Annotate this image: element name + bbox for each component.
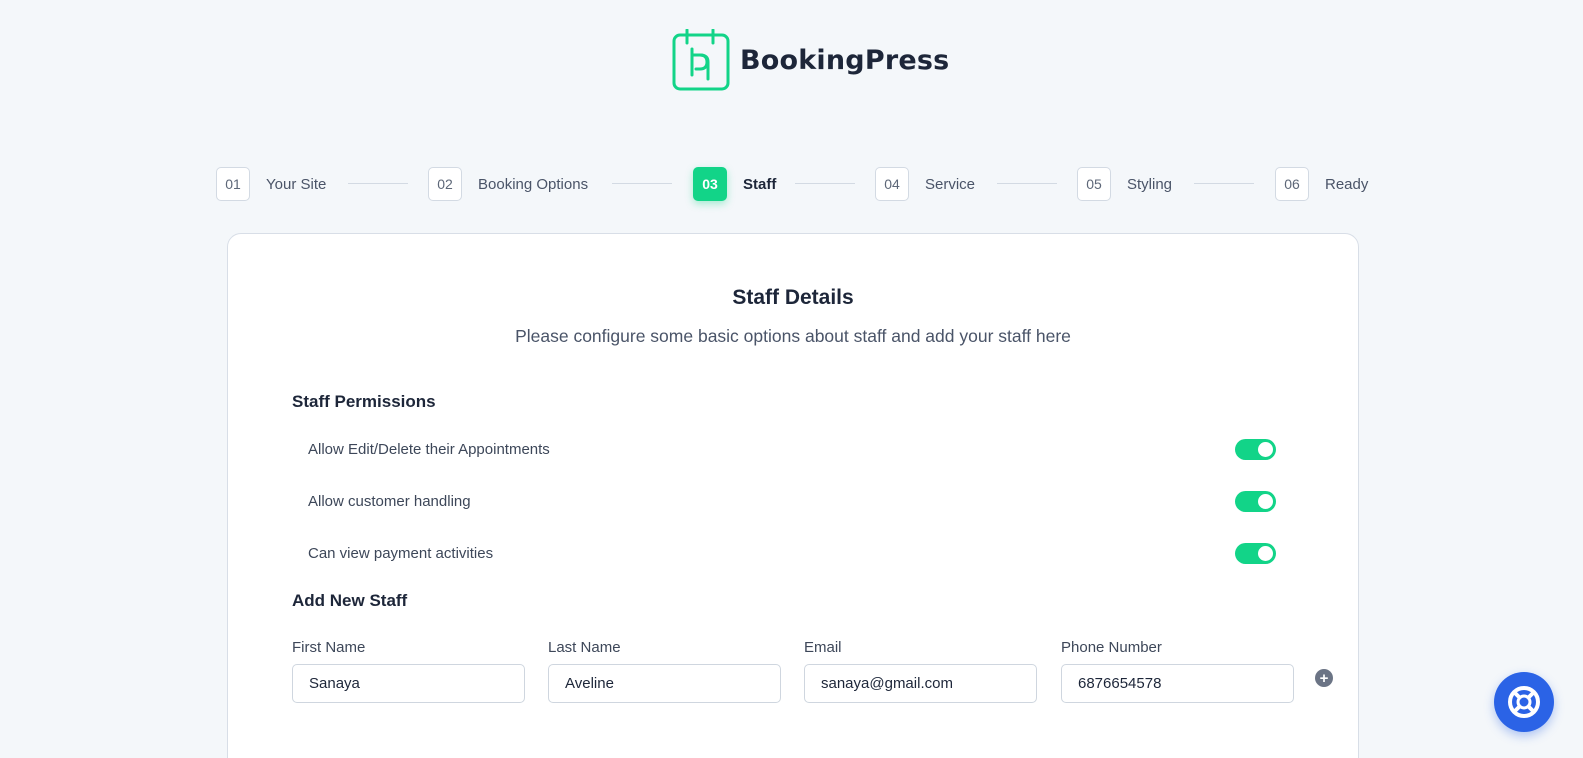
brand-logo: BookingPress [672,29,949,91]
phone-number-group: Phone Number [1061,639,1294,703]
page-subtitle: Please configure some basic options abou… [515,326,1071,346]
step-number: 03 [693,167,727,201]
step-number: 01 [216,167,250,201]
step-connector [612,183,672,184]
step-staff[interactable]: 03 Staff [693,167,776,201]
email-group: Email [804,639,1037,703]
plus-circle-icon[interactable]: + [1315,669,1333,687]
staff-details-card: Staff Details Please configure some basi… [227,233,1359,758]
permission-row-customer-handling: Allow customer handling [308,490,1276,512]
step-label: Service [925,175,976,193]
step-connector [997,183,1057,184]
first-name-input[interactable] [292,664,525,703]
page-title: Staff Details [732,286,854,309]
help-button[interactable] [1494,672,1554,732]
permission-row-payment-activities: Can view payment activities [308,542,1276,564]
permission-row-edit-delete: Allow Edit/Delete their Appointments [308,438,1276,460]
staff-permissions-heading: Staff Permissions [292,392,436,411]
permission-label: Allow Edit/Delete their Appointments [308,440,550,458]
email-input[interactable] [804,664,1037,703]
step-booking-options[interactable]: 02 Booking Options [428,167,588,201]
step-service[interactable]: 04 Service [875,167,975,201]
step-number: 05 [1077,167,1111,201]
permission-label: Allow customer handling [308,492,471,510]
first-name-group: First Name [292,639,525,703]
step-label: Ready [1325,175,1369,193]
step-label: Staff [743,175,777,193]
lifebuoy-icon [1508,686,1540,718]
step-label: Styling [1127,175,1173,193]
phone-number-input[interactable] [1061,664,1294,703]
step-number: 06 [1275,167,1309,201]
step-connector [348,183,408,184]
setup-stepper: 01 Your Site 02 Booking Options 03 Staff… [216,167,1370,201]
step-styling[interactable]: 05 Styling [1077,167,1172,201]
step-connector [1194,183,1254,184]
step-ready[interactable]: 06 Ready [1275,167,1368,201]
last-name-group: Last Name [548,639,781,703]
step-number: 04 [875,167,909,201]
brand-name: BookingPress [740,44,950,76]
step-label: Booking Options [478,175,589,193]
step-your-site[interactable]: 01 Your Site [216,167,326,201]
edit-delete-appointments-toggle[interactable] [1235,438,1276,460]
email-label: Email [804,639,842,656]
customer-handling-toggle[interactable] [1235,490,1276,512]
permission-label: Can view payment activities [308,544,494,562]
step-label: Your Site [266,175,327,193]
step-number: 02 [428,167,462,201]
phone-number-label: Phone Number [1061,639,1162,656]
last-name-label: Last Name [548,639,621,656]
add-new-staff-heading: Add New Staff [292,591,408,610]
bookingpress-logo-icon [672,29,730,91]
step-connector [795,183,855,184]
payment-activities-toggle[interactable] [1235,542,1276,564]
first-name-label: First Name [292,639,366,656]
last-name-input[interactable] [548,664,781,703]
